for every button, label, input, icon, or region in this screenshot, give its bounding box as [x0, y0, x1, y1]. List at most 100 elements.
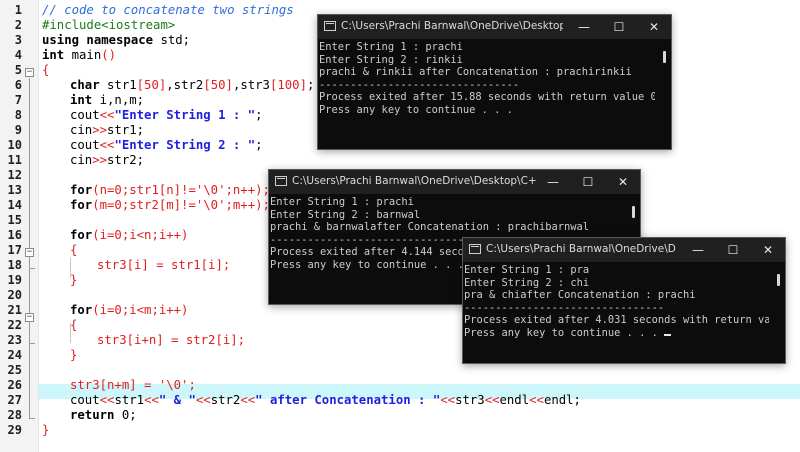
- code-token: "Enter String 1 : ": [114, 108, 256, 122]
- console-line: Enter String 2 : rinkii: [319, 53, 463, 66]
- code-token: (i=0;i<n;i++): [92, 228, 189, 242]
- line-number: 23: [7, 333, 22, 347]
- code-token: 0;: [114, 408, 137, 422]
- code-line[interactable]: cout<<"Enter String 2 : ";: [70, 138, 263, 153]
- code-line[interactable]: using namespace std;: [42, 33, 190, 48]
- code-token: <<: [99, 393, 115, 407]
- fold-end-loop1: [29, 268, 35, 269]
- console-window-3[interactable]: C:\Users\Prachi Barnwal\OneDrive\Desktop…: [462, 237, 786, 364]
- line-number: 3: [14, 33, 22, 47]
- code-line[interactable]: str3[i] = str1[i];: [97, 258, 230, 273]
- scrollbar-thumb[interactable]: [777, 274, 780, 286]
- console-app-icon: [469, 244, 481, 254]
- code-token: cin: [70, 153, 93, 167]
- fold-toggle-loop2[interactable]: −: [25, 313, 34, 322]
- code-line[interactable]: return 0;: [70, 408, 137, 423]
- code-token: <<: [99, 108, 115, 122]
- maximize-button[interactable]: ☐: [571, 170, 605, 194]
- code-line[interactable]: }: [70, 273, 77, 288]
- console-scrollbar[interactable]: [769, 262, 785, 363]
- code-token: " after Concatenation : ": [255, 393, 441, 407]
- code-token: {: [70, 243, 78, 257]
- code-line[interactable]: for(n=0;str1[n]!='\0';n++);: [70, 183, 270, 198]
- console-titlebar[interactable]: C:\Users\Prachi Barnwal\OneDrive\Desktop…: [318, 15, 671, 39]
- code-token: <<: [484, 393, 500, 407]
- console-line: Enter String 1 : prachi: [319, 41, 463, 53]
- code-line[interactable]: int main(): [42, 48, 116, 63]
- code-line[interactable]: char str1[50],str2[50],str3[100];: [70, 78, 314, 93]
- code-line[interactable]: for(i=0;i<n;i++): [70, 228, 188, 243]
- close-button[interactable]: ✕: [751, 238, 785, 262]
- line-number: 13: [7, 183, 22, 197]
- code-token: (i=0;i<m;i++): [92, 303, 189, 317]
- code-line[interactable]: cout<<str1<<" & "<<str2<<" after Concate…: [70, 393, 581, 408]
- code-token: str1: [99, 78, 137, 92]
- code-token: #include<iostream>: [42, 18, 176, 32]
- console-titlebar[interactable]: C:\Users\Prachi Barnwal\OneDrive\Desktop…: [463, 238, 785, 262]
- console-line: Enter String 2 : chi: [464, 276, 590, 289]
- console-app-icon: [324, 21, 336, 31]
- line-number: 26: [7, 378, 22, 392]
- code-line[interactable]: {: [70, 318, 77, 333]
- code-token: i,n,m;: [92, 93, 145, 107]
- code-line[interactable]: for(i=0;i<m;i++): [70, 303, 188, 318]
- minimize-button[interactable]: —: [681, 238, 715, 262]
- line-number: 17: [7, 243, 22, 257]
- console-line: prachi & barnwalafter Concatenation : pr…: [270, 221, 590, 233]
- code-line[interactable]: str3[n+m] = '\0';: [70, 378, 196, 393]
- line-number: 18: [7, 258, 22, 272]
- code-token: (m=0;str2[m]!='\0';m++);: [92, 198, 270, 212]
- code-token: str2;: [107, 153, 145, 167]
- code-token: }: [42, 423, 50, 437]
- line-number: 15: [7, 213, 22, 227]
- close-button[interactable]: ✕: [606, 170, 640, 194]
- console-output: Enter String 1 : prachi Enter String 2 : …: [318, 39, 655, 149]
- line-number: 28: [7, 408, 22, 422]
- code-token: ;: [255, 108, 263, 122]
- console-line: Enter String 2 : barnwal: [270, 208, 421, 221]
- fold-toggle-main[interactable]: −: [25, 68, 34, 77]
- code-token: ,str3: [232, 78, 270, 92]
- code-line[interactable]: {: [70, 243, 77, 258]
- code-line[interactable]: for(m=0;str2[m]!='\0';m++);: [70, 198, 270, 213]
- code-token: cout: [70, 138, 100, 152]
- code-line[interactable]: // code to concatenate two strings: [42, 3, 294, 18]
- line-number: 22: [7, 318, 22, 332]
- code-line[interactable]: }: [70, 348, 77, 363]
- console-scrollbar[interactable]: [655, 39, 671, 149]
- minimize-button[interactable]: —: [536, 170, 570, 194]
- code-token: int: [70, 93, 93, 107]
- console-line: Press any key to continue . . .: [319, 103, 513, 116]
- console-line: Enter String 1 : pra: [464, 264, 590, 276]
- code-line[interactable]: int i,n,m;: [70, 93, 144, 108]
- fold-toggle-loop1[interactable]: −: [25, 248, 34, 257]
- code-token: str2: [210, 393, 241, 407]
- indent-guide: [70, 323, 71, 343]
- close-button[interactable]: ✕: [637, 15, 671, 39]
- code-line[interactable]: str3[i+n] = str2[i];: [97, 333, 245, 348]
- console-titlebar[interactable]: C:\Users\Prachi Barnwal\OneDrive\Desktop…: [269, 170, 640, 194]
- code-token: for: [70, 228, 93, 242]
- scrollbar-thumb[interactable]: [663, 51, 666, 63]
- line-number: 10: [7, 138, 22, 152]
- code-token: std;: [153, 33, 191, 47]
- code-token: {: [42, 63, 50, 77]
- code-token: str3: [455, 393, 485, 407]
- code-line[interactable]: cout<<"Enter String 1 : ";: [70, 108, 263, 123]
- code-line[interactable]: #include<iostream>: [42, 18, 175, 33]
- maximize-button[interactable]: ☐: [602, 15, 636, 39]
- code-line[interactable]: cin>>str1;: [70, 123, 144, 138]
- console-window-title: C:\Users\Prachi Barnwal\OneDrive\Desktop…: [486, 243, 676, 255]
- code-line[interactable]: {: [42, 63, 49, 78]
- code-token: for: [70, 198, 93, 212]
- code-token: <<: [440, 393, 456, 407]
- code-token: }: [70, 348, 78, 362]
- scrollbar-thumb[interactable]: [632, 206, 635, 218]
- console-window-1[interactable]: C:\Users\Prachi Barnwal\OneDrive\Desktop…: [317, 14, 672, 150]
- line-number: 29: [7, 423, 22, 437]
- console-line: --------------------------------: [319, 78, 520, 91]
- code-line[interactable]: cin>>str2;: [70, 153, 144, 168]
- minimize-button[interactable]: —: [567, 15, 601, 39]
- code-line[interactable]: }: [42, 423, 49, 438]
- maximize-button[interactable]: ☐: [716, 238, 750, 262]
